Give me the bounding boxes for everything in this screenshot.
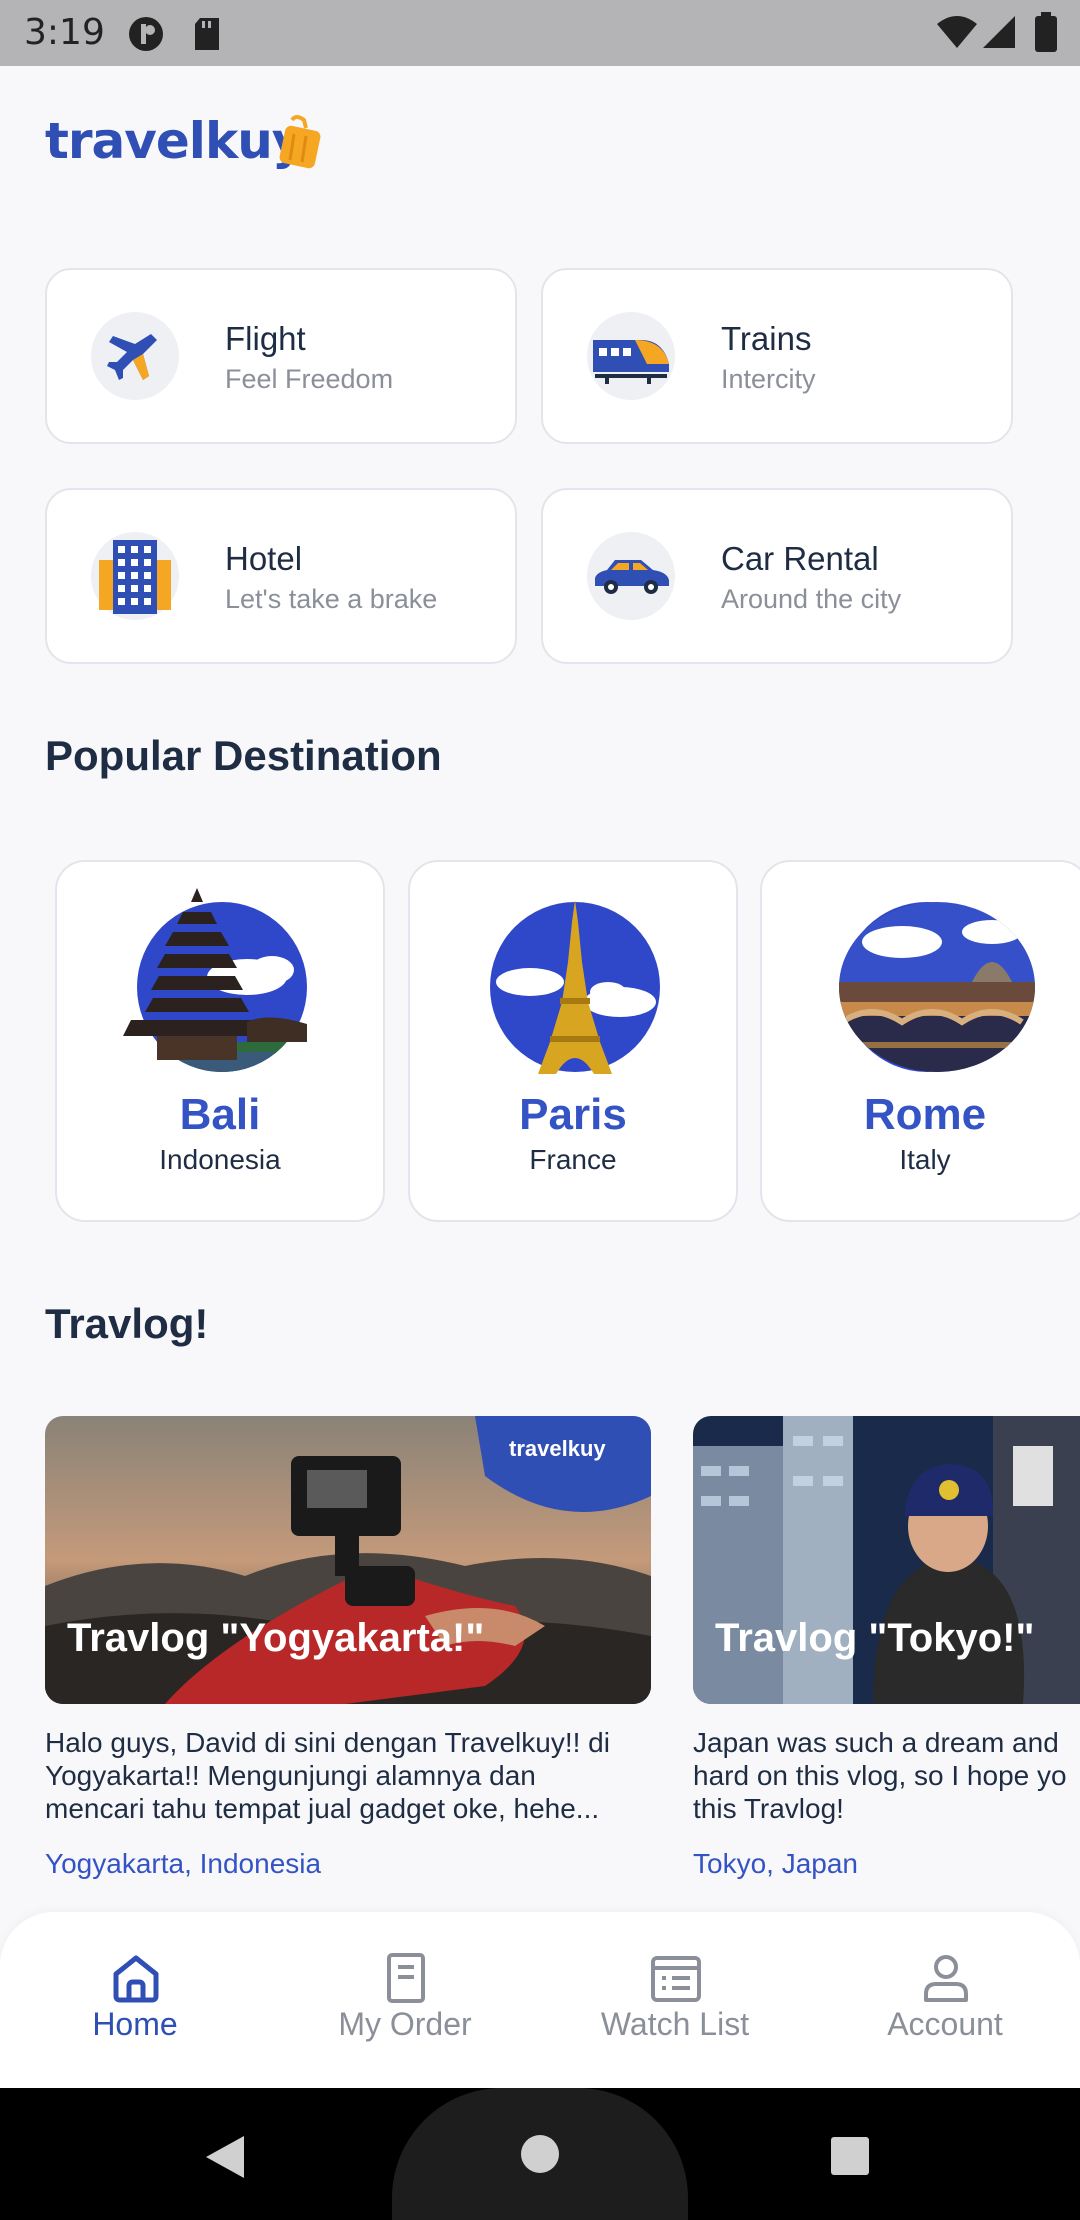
destination-card-bali[interactable]: Bali Indonesia bbox=[55, 860, 385, 1222]
back-icon[interactable] bbox=[204, 2134, 246, 2180]
service-card-flight[interactable]: Flight Feel Freedom bbox=[45, 268, 517, 444]
service-subtitle: Let's take a brake bbox=[225, 584, 438, 614]
service-subtitle: Feel Freedom bbox=[225, 364, 394, 394]
travlog-image: Travlog "Tokyo!" bbox=[693, 1416, 1080, 1704]
nav-home[interactable]: Home bbox=[0, 1912, 270, 2088]
wifi-icon bbox=[937, 16, 977, 48]
destination-card-paris[interactable]: Paris France bbox=[408, 860, 738, 1222]
service-title: Flight bbox=[225, 320, 306, 357]
destination-country: Indonesia bbox=[159, 1144, 281, 1175]
receipt-icon bbox=[387, 1953, 425, 2003]
service-subtitle: Intercity bbox=[721, 364, 816, 394]
user-icon bbox=[924, 1955, 968, 2002]
nav-account[interactable]: Account bbox=[810, 1912, 1080, 2088]
status-time: 3:19 bbox=[24, 12, 105, 53]
rome-image bbox=[839, 902, 1035, 1072]
travlog-badge: travelkuy bbox=[509, 1436, 606, 1461]
paris-image bbox=[490, 900, 660, 1074]
service-card-hotel[interactable]: Hotel Let's take a brake bbox=[45, 488, 517, 664]
sd-card-icon bbox=[195, 18, 219, 50]
nav-label: Home bbox=[92, 2006, 178, 2042]
system-navigation-bar bbox=[0, 2088, 1080, 2220]
recents-icon[interactable] bbox=[830, 2136, 870, 2176]
app-logo: travelkuy bbox=[45, 112, 304, 170]
home-icon bbox=[113, 1955, 159, 2003]
status-bar: 3:19 bbox=[0, 0, 1080, 66]
nav-watch-list[interactable]: Watch List bbox=[540, 1912, 810, 2088]
hotel-icon bbox=[91, 532, 179, 620]
bottom-navigation: Home My Order Watch List Account bbox=[0, 1912, 1080, 2088]
train-icon bbox=[587, 312, 675, 400]
travlog-caption: Travlog "Yogyakarta!" bbox=[67, 1616, 485, 1660]
destination-country: Italy bbox=[899, 1144, 951, 1175]
travlog-image: travelkuy Travlog "Yogyakarta!" bbox=[45, 1416, 651, 1704]
travlog-location: Yogyakarta, Indonesia bbox=[45, 1848, 322, 1879]
battery-icon bbox=[1035, 12, 1057, 52]
travlog-description: Halo guys, David di sini dengan Travelku… bbox=[45, 1727, 610, 1824]
nav-my-order[interactable]: My Order bbox=[270, 1912, 540, 2088]
airplane-icon bbox=[91, 312, 179, 400]
destination-card-rome[interactable]: Rome Italy bbox=[760, 860, 1080, 1222]
nav-label: Watch List bbox=[600, 2006, 750, 2042]
signal-icon bbox=[983, 16, 1015, 48]
service-title: Car Rental bbox=[721, 540, 879, 577]
list-icon bbox=[651, 1956, 701, 2002]
service-card-car-rental[interactable]: Car Rental Around the city bbox=[541, 488, 1013, 664]
nav-label: My Order bbox=[338, 2006, 472, 2042]
suitcase-icon bbox=[279, 115, 321, 169]
home-button-icon[interactable] bbox=[520, 2134, 560, 2174]
service-title: Hotel bbox=[225, 540, 303, 577]
destination-city: Bali bbox=[179, 1090, 261, 1139]
popular-destination-title: Popular Destination bbox=[45, 732, 442, 779]
nav-label: Account bbox=[887, 2006, 1003, 2042]
destination-country: France bbox=[529, 1144, 617, 1175]
service-title: Trains bbox=[721, 320, 812, 357]
car-icon bbox=[587, 532, 675, 620]
destination-city: Paris bbox=[519, 1090, 627, 1139]
destination-city: Rome bbox=[863, 1090, 987, 1139]
travlog-location: Tokyo, Japan bbox=[693, 1848, 858, 1879]
travlog-caption: Travlog "Tokyo!" bbox=[715, 1616, 1035, 1660]
travlog-title: Travlog! bbox=[45, 1300, 209, 1347]
travlog-description: Japan was such a dream and hard on this … bbox=[693, 1727, 1067, 1824]
service-subtitle: Around the city bbox=[721, 584, 902, 614]
service-card-trains[interactable]: Trains Intercity bbox=[541, 268, 1013, 444]
bali-image bbox=[123, 888, 307, 1072]
notification-icon bbox=[129, 17, 163, 51]
